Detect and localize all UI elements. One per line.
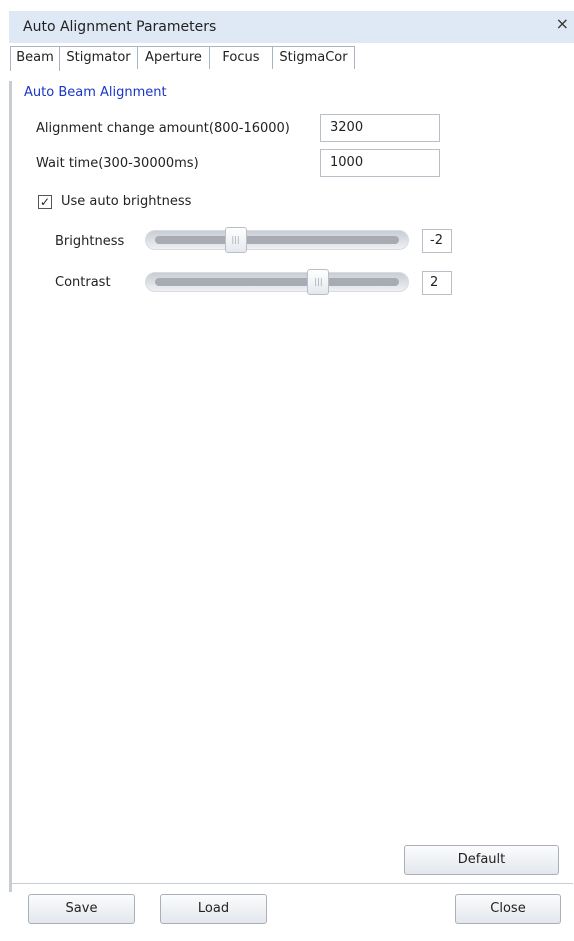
contrast-slider-thumb[interactable]: ||| <box>307 269 330 295</box>
brightness-value[interactable]: -2 <box>422 229 452 253</box>
close-button[interactable]: Close <box>455 894 561 924</box>
brightness-label: Brightness <box>55 234 125 249</box>
contrast-label: Contrast <box>55 275 111 290</box>
brightness-slider-thumb[interactable]: ||| <box>224 227 247 253</box>
contrast-value[interactable]: 2 <box>422 271 452 295</box>
wait-time-label: Wait time(300-30000ms) <box>36 156 199 171</box>
tab-stigmacor[interactable]: StigmaCor <box>272 46 355 69</box>
contrast-slider[interactable]: ||| <box>145 269 409 295</box>
close-icon[interactable]: × <box>556 16 569 32</box>
tab-focus[interactable]: Focus <box>209 46 273 69</box>
auto-brightness-label: Use auto brightness <box>61 194 192 209</box>
save-button[interactable]: Save <box>28 894 135 924</box>
auto-alignment-dialog: Auto Alignment Parameters × Beam Stigmat… <box>9 11 574 941</box>
alignment-change-input[interactable]: 3200 <box>320 114 440 142</box>
slider-groove <box>155 236 399 244</box>
title-bar[interactable]: Auto Alignment Parameters × <box>9 11 574 43</box>
slider-groove <box>155 278 399 286</box>
auto-brightness-checkbox[interactable]: ✓ <box>38 195 52 209</box>
footer-divider <box>10 883 573 884</box>
section-title: Auto Beam Alignment <box>24 85 167 100</box>
tab-beam[interactable]: Beam <box>10 46 60 71</box>
panel-left-border <box>9 81 12 892</box>
brightness-slider[interactable]: ||| <box>145 227 409 253</box>
alignment-change-label: Alignment change amount(800-16000) <box>36 121 290 136</box>
window-title: Auto Alignment Parameters <box>23 19 217 35</box>
default-button[interactable]: Default <box>404 845 559 875</box>
load-button[interactable]: Load <box>160 894 267 924</box>
tab-strip: Beam Stigmator Aperture Focus StigmaCor <box>10 46 573 71</box>
wait-time-input[interactable]: 1000 <box>320 149 440 177</box>
tab-stigmator[interactable]: Stigmator <box>59 46 138 69</box>
tab-aperture[interactable]: Aperture <box>137 46 210 69</box>
